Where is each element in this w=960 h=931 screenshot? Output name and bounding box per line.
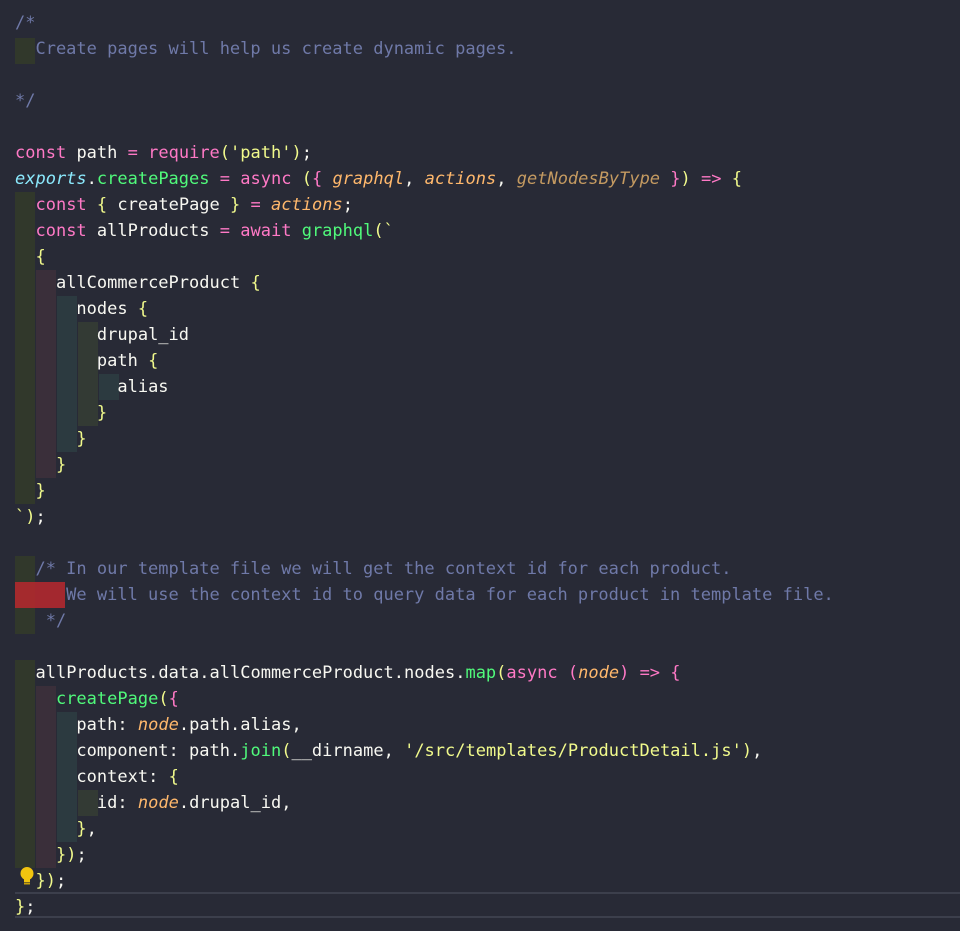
code-line-28[interactable]: path: node.path.alias, — [15, 712, 301, 738]
lightbulb-icon[interactable] — [18, 866, 36, 886]
code-line-24[interactable]: */ — [15, 608, 66, 634]
code-line-11[interactable]: allCommerceProduct { — [15, 270, 261, 296]
code-line-23[interactable]: We will use the context id to query data… — [15, 582, 834, 608]
code-line-15[interactable]: alias — [15, 374, 168, 400]
code-line-7[interactable]: exports.createPages = async ({ graphql, … — [15, 166, 742, 192]
code-line-27[interactable]: createPage({ — [15, 686, 179, 712]
code-line-33[interactable]: }); — [15, 842, 87, 868]
code-line-26[interactable]: allProducts.data.allCommerceProduct.node… — [15, 660, 680, 686]
code-line-9[interactable]: const allProducts = await graphql(` — [15, 218, 393, 244]
code-line-4[interactable]: */ — [15, 88, 35, 114]
code-line-20[interactable]: `); — [15, 504, 46, 530]
code-line-8[interactable]: const { createPage } = actions; — [15, 192, 352, 218]
code-line-12[interactable]: nodes { — [15, 296, 148, 322]
code-line-32[interactable]: }, — [15, 816, 97, 842]
code-editor[interactable]: /* Create pages will help us create dyna… — [0, 0, 960, 931]
code-line-2[interactable]: Create pages will help us create dynamic… — [15, 36, 516, 62]
code-line-18[interactable]: } — [15, 452, 66, 478]
code-line-14[interactable]: path { — [15, 348, 158, 374]
code-line-13[interactable]: drupal_id — [15, 322, 189, 348]
code-line-19[interactable]: } — [15, 478, 45, 504]
code-line-35[interactable]: }; — [15, 894, 36, 920]
code-line-16[interactable]: } — [15, 400, 107, 426]
code-line-1[interactable]: /* — [15, 10, 35, 36]
code-line-17[interactable]: } — [15, 426, 86, 452]
code-line-30[interactable]: context: { — [15, 764, 178, 790]
current-line-highlight — [15, 892, 960, 918]
code-line-22[interactable]: /* In our template file we will get the … — [15, 556, 731, 582]
code-line-29[interactable]: component: path.join(__dirname, '/src/te… — [15, 738, 762, 764]
code-line-10[interactable]: { — [15, 244, 45, 270]
code-line-31[interactable]: id: node.drupal_id, — [15, 790, 292, 816]
code-line-6[interactable]: const path = require('path'); — [15, 140, 312, 166]
